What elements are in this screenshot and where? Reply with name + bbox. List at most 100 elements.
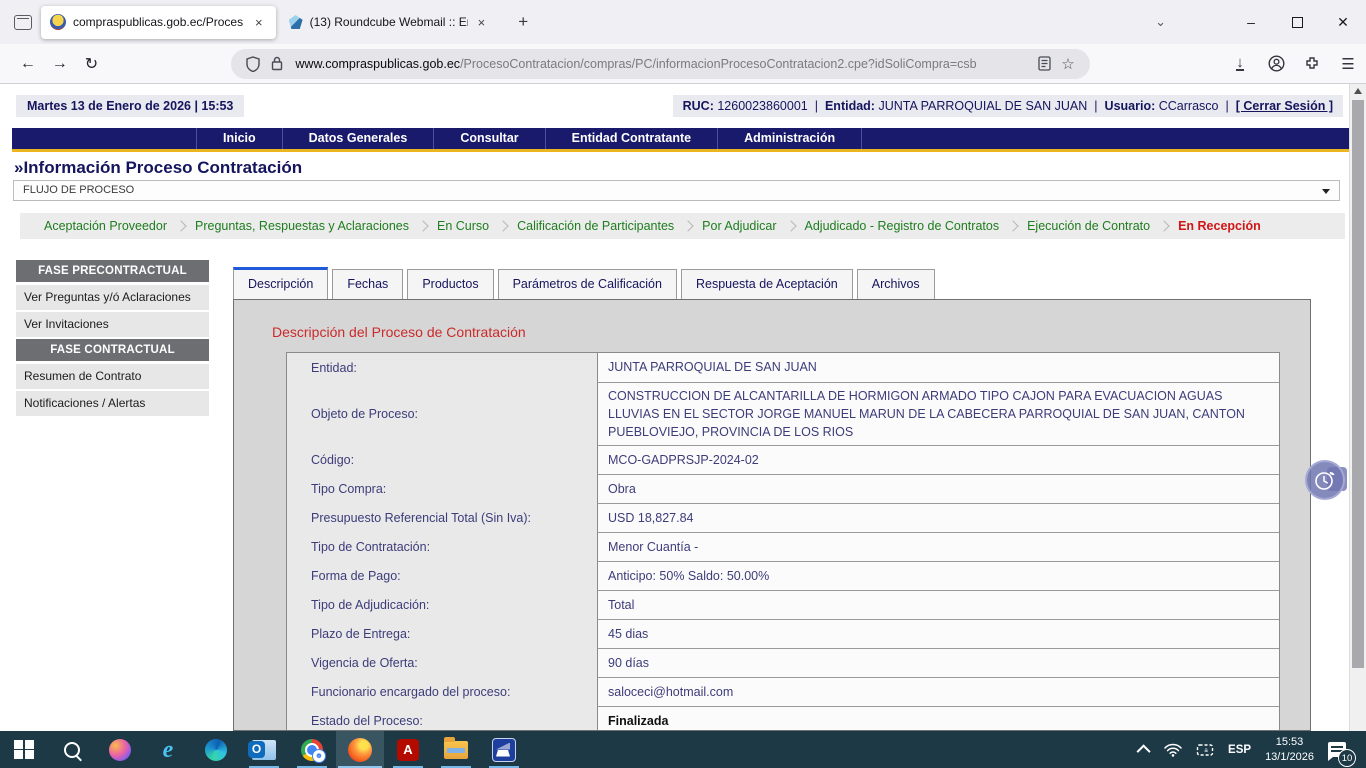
table-row: Forma de Pago:Anticipo: 50% Saldo: 50.00… xyxy=(287,561,1279,590)
tab-roundcube[interactable]: (13) Roundcube Webmail :: Entr × xyxy=(280,6,499,39)
step-ejecucion[interactable]: Ejecución de Contrato xyxy=(1017,219,1160,233)
firefox-view-button[interactable] xyxy=(9,8,37,36)
close-window-button[interactable]: ✕ xyxy=(1320,0,1366,44)
page-scrollbar[interactable] xyxy=(1349,84,1366,731)
close-tab-icon[interactable]: × xyxy=(251,14,267,31)
address-bar[interactable]: www.compraspublicas.gob.ec/ProcesoContra… xyxy=(231,49,1090,79)
table-row: Tipo de Adjudicación:Total xyxy=(287,590,1279,619)
floating-timer-widget[interactable] xyxy=(1305,460,1349,500)
row-label: Entidad: xyxy=(287,353,597,382)
tab-title: (13) Roundcube Webmail :: Entr xyxy=(310,15,468,29)
sidebar-item-notificaciones[interactable]: Notificaciones / Alertas xyxy=(16,391,209,416)
row-label: Forma de Pago: xyxy=(287,561,597,590)
taskbar-chrome-button[interactable]: ☻ xyxy=(288,731,336,768)
reader-mode-icon[interactable] xyxy=(1032,52,1056,76)
page-viewport: Martes 13 de Enero de 2026 | 15:53 RUC: … xyxy=(0,84,1349,731)
download-icon: ↓ xyxy=(1236,57,1244,71)
shield-icon[interactable] xyxy=(241,52,265,76)
menu-button[interactable]: ☰ xyxy=(1330,50,1366,78)
lock-icon[interactable] xyxy=(265,52,289,76)
ruc-value: 1260023860001 xyxy=(717,99,807,113)
restore-icon xyxy=(1292,17,1303,28)
row-value: USD 18,827.84 xyxy=(597,503,1279,532)
scroll-up-arrow-icon[interactable] xyxy=(1354,88,1362,94)
forward-button[interactable]: → xyxy=(44,50,76,78)
tray-clock[interactable]: 15:53 13/1/2026 xyxy=(1258,731,1321,768)
nav-datos-generales[interactable]: Datos Generales xyxy=(283,128,435,149)
row-value: 45 dias xyxy=(597,619,1279,648)
sidebar-item-ver-invitaciones[interactable]: Ver Invitaciones xyxy=(16,312,209,337)
tab-fechas[interactable]: Fechas xyxy=(332,269,403,299)
sidebar-header-contractual: FASE CONTRACTUAL xyxy=(16,339,209,361)
bookmark-star-icon[interactable]: ☆ xyxy=(1056,52,1080,76)
step-calificacion[interactable]: Calificación de Participantes xyxy=(507,219,684,233)
step-aceptacion-proveedor[interactable]: Aceptación Proveedor xyxy=(34,219,177,233)
minimize-button[interactable]: – xyxy=(1228,0,1274,44)
table-row: Funcionario encargado del proceso:saloce… xyxy=(287,677,1279,706)
table-row: Código:MCO-GADPRSJP-2024-02 xyxy=(287,445,1279,474)
reload-button[interactable]: ↻ xyxy=(76,50,108,78)
sidebar-item-resumen-contrato[interactable]: Resumen de Contrato xyxy=(16,364,209,389)
back-button[interactable]: ← xyxy=(12,50,44,78)
extensions-button[interactable] xyxy=(1294,50,1330,78)
step-en-recepcion-current: En Recepción xyxy=(1168,219,1271,233)
nav-inicio[interactable]: Inicio xyxy=(196,128,283,149)
edge-icon xyxy=(205,739,227,761)
step-preguntas[interactable]: Preguntas, Respuestas y Aclaraciones xyxy=(185,219,419,233)
restore-button[interactable] xyxy=(1274,0,1320,44)
account-button[interactable] xyxy=(1258,50,1294,78)
url-path: /ProcesoContratacion/compras/PC/informac… xyxy=(460,57,977,71)
tab-archivos[interactable]: Archivos xyxy=(857,269,935,299)
row-value: MCO-GADPRSJP-2024-02 xyxy=(597,445,1279,474)
step-por-adjudicar[interactable]: Por Adjudicar xyxy=(692,219,786,233)
tray-wifi[interactable] xyxy=(1157,731,1189,768)
taskbar-explorer-button[interactable] xyxy=(432,731,480,768)
tab-compraspublicas[interactable]: compraspublicas.gob.ec/Proces × xyxy=(41,6,276,39)
sidebar-item-ver-preguntas[interactable]: Ver Preguntas y/ó Aclaraciones xyxy=(16,285,209,310)
nav-consultar[interactable]: Consultar xyxy=(434,128,545,149)
notification-center-button[interactable]: 10 xyxy=(1321,731,1358,768)
downloads-button[interactable]: ↓ xyxy=(1222,50,1258,78)
tab-descripcion[interactable]: Descripción xyxy=(233,267,328,299)
taskbar-copilot-button[interactable] xyxy=(96,731,144,768)
wifi-icon xyxy=(1164,743,1182,757)
row-label: Tipo de Adjudicación: xyxy=(287,590,597,619)
taskbar-acrobat-button[interactable]: A xyxy=(384,731,432,768)
nav-administracion[interactable]: Administración xyxy=(718,128,862,149)
tab-parametros[interactable]: Parámetros de Calificación xyxy=(498,269,677,299)
row-label: Vigencia de Oferta: xyxy=(287,648,597,677)
entidad-label: Entidad: xyxy=(825,99,875,113)
nav-entidad-contratante[interactable]: Entidad Contratante xyxy=(546,128,718,149)
tab-productos[interactable]: Productos xyxy=(407,269,493,299)
sidebar: FASE PRECONTRACTUAL Ver Preguntas y/ó Ac… xyxy=(16,260,209,418)
taskbar-scanner-button[interactable] xyxy=(480,731,528,768)
process-steps: Aceptación Proveedor Preguntas, Respuest… xyxy=(20,213,1345,239)
tray-language[interactable]: ESP xyxy=(1221,731,1258,768)
separator: | xyxy=(1094,99,1097,113)
step-adjudicado[interactable]: Adjudicado - Registro de Contratos xyxy=(795,219,1010,233)
firefox-icon xyxy=(348,738,372,762)
current-datetime: Martes 13 de Enero de 2026 | 15:53 xyxy=(16,95,244,117)
timer-clock-icon[interactable] xyxy=(1305,460,1345,500)
row-value: Obra xyxy=(597,474,1279,503)
tab-respuesta-aceptacion[interactable]: Respuesta de Aceptación xyxy=(681,269,853,299)
new-tab-button[interactable]: + xyxy=(510,10,536,34)
taskbar-outlook-button[interactable] xyxy=(240,731,288,768)
step-en-curso[interactable]: En Curso xyxy=(427,219,499,233)
scrollbar-thumb[interactable] xyxy=(1352,100,1364,668)
notification-count-badge: 10 xyxy=(1338,749,1356,767)
row-label: Funcionario encargado del proceso: xyxy=(287,677,597,706)
taskbar-edge-button[interactable] xyxy=(192,731,240,768)
tray-connect[interactable]: a xyxy=(1189,731,1221,768)
flujo-de-proceso-select[interactable]: FLUJO DE PROCESO xyxy=(13,180,1340,201)
close-tab-icon[interactable]: × xyxy=(474,14,490,31)
taskbar-firefox-button[interactable] xyxy=(336,731,384,768)
tray-show-hidden-icons[interactable] xyxy=(1133,731,1157,768)
taskbar-search-button[interactable] xyxy=(48,731,96,768)
start-button[interactable] xyxy=(0,731,48,768)
list-all-tabs-icon[interactable]: ⌄ xyxy=(1145,10,1176,34)
row-label: Plazo de Entrega: xyxy=(287,619,597,648)
taskbar-ie-button[interactable]: e xyxy=(144,731,192,768)
browser-tabstrip: compraspublicas.gob.ec/Proces × (13) Rou… xyxy=(0,0,1366,44)
logout-link[interactable]: [ Cerrar Sesión ] xyxy=(1236,99,1333,113)
